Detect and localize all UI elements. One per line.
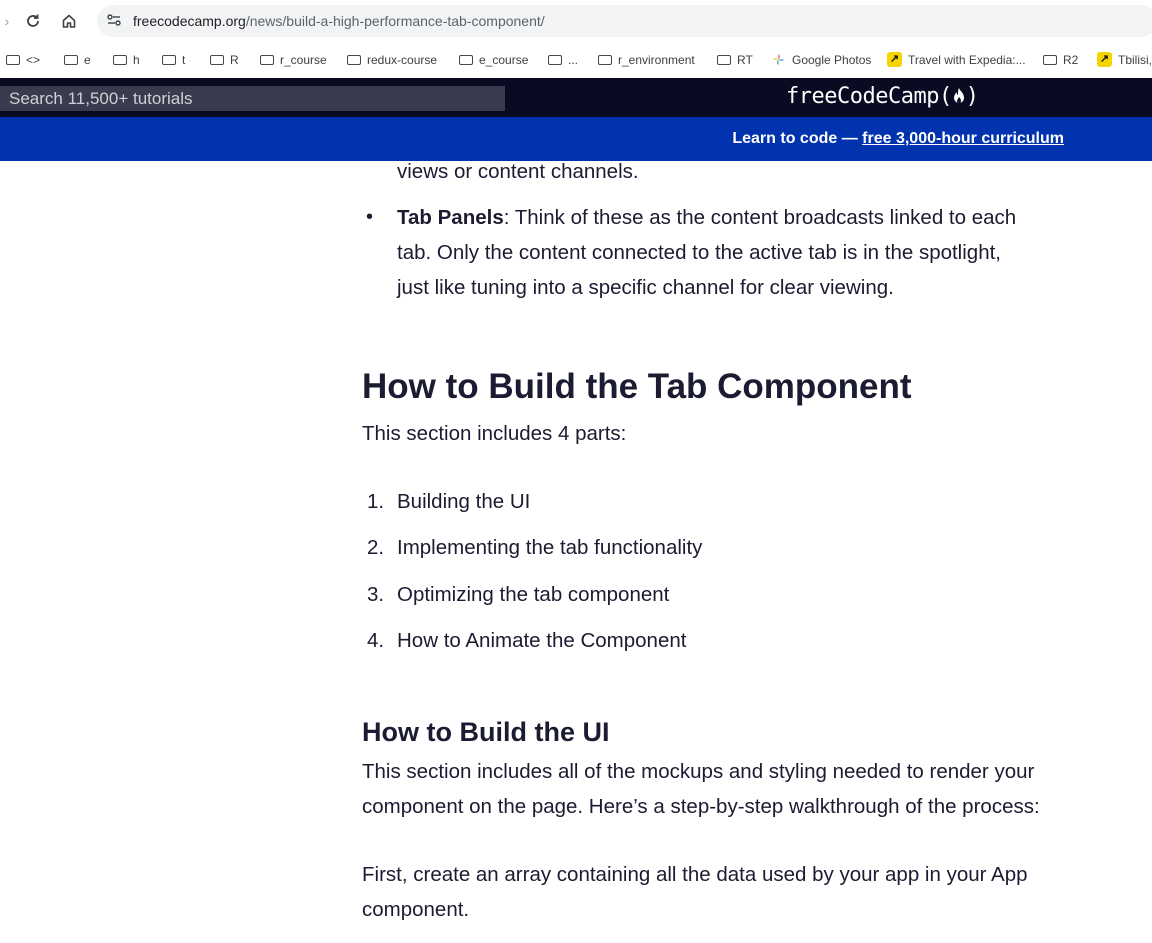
bookmark-item[interactable]: R xyxy=(210,50,239,70)
fcc-logo[interactable]: freeCodeCamp() xyxy=(786,82,979,112)
bookmark-label: <> xyxy=(26,53,41,67)
fcc-navbar: Search 11,500+ tutorials freeCodeCamp() xyxy=(0,78,1152,117)
subsection-heading: How to Build the UI xyxy=(362,717,610,747)
paragraph: This section includes 4 parts: xyxy=(362,422,627,445)
reload-icon[interactable] xyxy=(22,10,44,32)
bookmark-item[interactable]: RT xyxy=(717,50,753,70)
flame-icon xyxy=(952,82,966,112)
bookmark-item[interactable]: ... xyxy=(548,50,578,70)
bookmark-label: Google Photos xyxy=(792,53,872,67)
url-host: freecodecamp.org xyxy=(133,13,246,29)
banner-text: Learn to code — free 3,000-hour curricul… xyxy=(732,129,1064,149)
list-item-continued: views or content channels. xyxy=(397,161,639,183)
folder-icon xyxy=(210,54,224,65)
bookmark-item[interactable]: r_course xyxy=(260,50,327,70)
forward-icon[interactable]: › xyxy=(0,10,18,32)
bookmark-label: e_course xyxy=(479,53,529,67)
bookmark-item[interactable]: t xyxy=(162,50,185,70)
bookmark-item[interactable]: ↗ Tbilisi, xyxy=(1097,50,1152,70)
banner-prefix: Learn to code — xyxy=(732,130,863,147)
list-item-text: : Think of these as the content broadcas… xyxy=(503,206,1017,229)
bookmark-item[interactable]: ↗ Travel with Expedia:... xyxy=(887,50,1026,70)
folder-icon xyxy=(1043,54,1057,65)
list-number: 2. xyxy=(367,536,385,559)
section-heading: How to Build the Tab Component xyxy=(362,367,912,406)
list-item: How to Animate the Component xyxy=(397,629,687,652)
expedia-icon: ↗ xyxy=(887,52,902,68)
bookmarks-bar: <> e h t R r_course redux-course e_cours… xyxy=(0,42,1152,78)
list-item: Implementing the tab functionality xyxy=(397,536,703,559)
bookmark-label: h xyxy=(133,53,140,67)
google-photos-icon xyxy=(772,54,785,66)
list-number: 4. xyxy=(367,629,385,652)
bookmark-label: e xyxy=(84,53,91,67)
list-item: Optimizing the tab component xyxy=(397,583,670,606)
folder-icon xyxy=(113,54,127,65)
bookmark-label: R2 xyxy=(1063,53,1079,67)
site-info-icon[interactable] xyxy=(105,12,123,30)
list-item: Building the UI xyxy=(397,490,531,513)
url-text[interactable]: freecodecamp.org/news/build-a-high-perfo… xyxy=(133,12,545,30)
browser-toolbar: › freecodecamp.org/news/build-a-high-per… xyxy=(0,0,1152,42)
list-item-text: tab. Only the content connected to the a… xyxy=(397,241,1001,264)
fcc-logo-text: freeCodeCamp( xyxy=(786,84,952,109)
url-path: /news/build-a-high-performance-tab-compo… xyxy=(245,13,545,29)
search-input[interactable]: Search 11,500+ tutorials xyxy=(0,86,505,111)
bookmark-label: R xyxy=(230,53,239,67)
bookmark-label: RT xyxy=(737,53,753,67)
list-number: 1. xyxy=(367,490,385,513)
paragraph-line: First, create an array containing all th… xyxy=(362,863,1028,886)
folder-icon xyxy=(64,54,78,65)
bookmark-item[interactable]: R2 xyxy=(1043,50,1078,70)
paragraph-line: component. xyxy=(362,898,470,921)
list-number: 3. xyxy=(367,583,385,606)
folder-icon xyxy=(347,54,361,65)
bookmark-item[interactable]: r_environment xyxy=(598,50,695,70)
curriculum-link[interactable]: free 3,000-hour curriculum xyxy=(862,130,1064,147)
folder-icon xyxy=(260,54,274,65)
article-body: views or content channels. • Tab Panels:… xyxy=(0,161,1152,943)
bookmark-label: redux-course xyxy=(367,53,438,67)
expedia-icon: ↗ xyxy=(1097,52,1112,68)
term-tab-panels: Tab Panels xyxy=(397,206,504,229)
address-bar[interactable]: freecodecamp.org/news/build-a-high-perfo… xyxy=(97,5,1152,37)
paragraph-line: component on the page. Here’s a step-by-… xyxy=(362,795,1040,818)
bookmark-label: Tbilisi, xyxy=(1118,53,1152,67)
bookmark-item[interactable]: e_course xyxy=(459,50,528,70)
folder-icon xyxy=(598,54,612,65)
folder-icon xyxy=(548,54,562,65)
paragraph-line: This section includes all of the mockups… xyxy=(362,760,1035,783)
list-item: Tab Panels: Think of these as the conten… xyxy=(397,200,1077,235)
folder-icon xyxy=(717,54,731,65)
list-item-text: just like tuning into a specific channel… xyxy=(397,276,894,299)
bookmark-label: r_course xyxy=(280,53,327,67)
bookmark-item[interactable]: h xyxy=(113,50,140,70)
bookmark-label: ... xyxy=(568,53,579,67)
bookmark-item[interactable]: Google Photos xyxy=(771,50,871,70)
promo-banner: Learn to code — free 3,000-hour curricul… xyxy=(0,117,1152,161)
fcc-logo-close: ) xyxy=(965,84,979,109)
bookmark-item[interactable]: <> xyxy=(6,50,40,70)
folder-icon xyxy=(162,54,176,65)
bullet-icon: • xyxy=(366,206,374,228)
folder-icon xyxy=(6,54,20,65)
home-icon[interactable] xyxy=(58,10,80,32)
bookmark-label: Travel with Expedia:... xyxy=(908,53,1026,67)
bookmark-item[interactable]: e xyxy=(64,50,91,70)
bookmark-label: r_environment xyxy=(618,53,695,67)
bookmark-label: t xyxy=(182,53,186,67)
folder-icon xyxy=(459,54,473,65)
bookmark-item[interactable]: redux-course xyxy=(347,50,437,70)
